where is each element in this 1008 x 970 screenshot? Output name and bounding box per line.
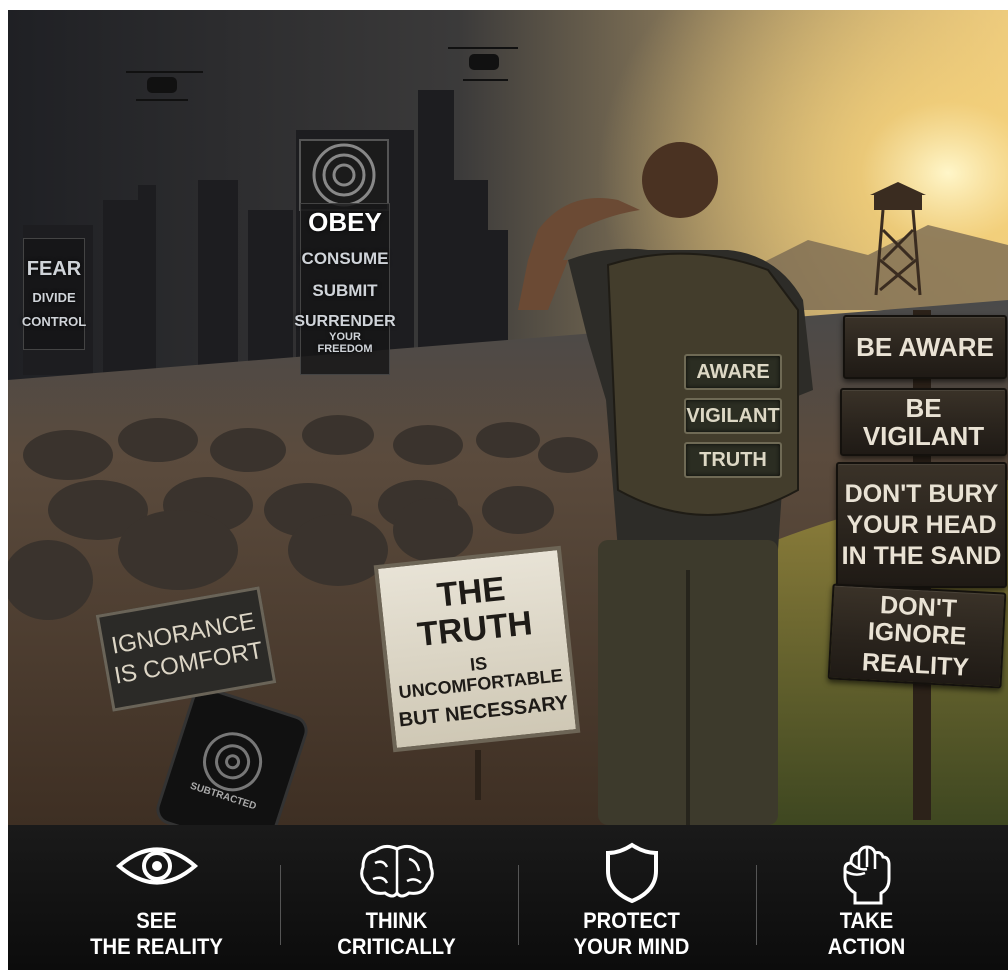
obey-billboard: OBEY CONSUME SUBMIT SURRENDER YOUR FREED… [294,203,396,375]
sign-dont-bury-line-1: DON'T BURY [844,479,999,508]
sign-dont-ignore-line-1: DON'T IGNORE [867,590,968,651]
shield-icon [605,842,658,904]
divide-text: DIVIDE [32,289,76,305]
tile-protect-label: PROTECT YOUR MIND [522,908,740,960]
tile-protect-line-1: PROTECT [583,908,680,933]
fear-sign: FEAR DIVIDE CONTROL [21,238,87,350]
tile-see-label: SEE THE REALITY [47,908,265,960]
patch-aware: AWARE [684,354,782,390]
sign-be-vigilant: BE VIGILANT [840,388,1007,456]
tile-think-line-2: CRITICALLY [337,934,456,959]
tile-protect-your-mind: PROTECT YOUR MIND [513,825,750,970]
tile-see-line-1: SEE [136,908,177,933]
tile-think-critically: THINK CRITICALLY [278,825,515,970]
tile-see-the-reality: SEE THE REALITY [38,825,275,970]
brain-icon [359,844,434,898]
tile-protect-line-2: YOUR MIND [573,934,690,959]
tile-take-action: TAKE ACTION [748,825,985,970]
tile-think-label: THINK CRITICALLY [287,908,505,960]
bottom-bar: SEE THE REALITY THINK CRITICALLY PROTECT… [8,825,1008,970]
eye-icon [115,847,198,885]
obey-text: OBEY [308,207,382,237]
scene: FEAR DIVIDE CONTROL OBEY CONSUME SUBMIT … [8,10,1008,825]
tile-take-line-2: ACTION [827,934,906,959]
consume-text: CONSUME [301,249,389,269]
tile-think-line-1: THINK [365,908,428,933]
truth-line-1: THE TRUTH [415,569,535,654]
surrender-text: SURRENDER [294,312,396,330]
sign-be-vigilant-text: BE VIGILANT [862,392,985,451]
submit-text: SUBMIT [312,281,378,301]
control-text: CONTROL [21,313,87,329]
poster: FEAR DIVIDE CONTROL OBEY CONSUME SUBMIT … [8,10,1008,970]
patch-truth: TRUTH [684,442,782,478]
tile-take-line-1: TAKE [839,908,894,933]
sign-dont-ignore: DON'T IGNORE REALITY [827,583,1007,689]
sign-be-aware: BE AWARE [843,315,1007,379]
sign-be-aware-text: BE AWARE [856,331,994,362]
your-freedom-text: YOUR FREEDOM [317,331,373,355]
raised-fist-icon [843,845,890,905]
sign-dont-bury-line-2: YOUR HEAD [846,510,997,539]
tile-see-line-2: THE REALITY [90,934,223,959]
fear-text: FEAR [26,258,82,281]
sign-dont-bury: DON'T BURY YOUR HEAD IN THE SAND [836,462,1007,588]
sign-dont-bury-line-3: IN THE SAND [841,541,1002,570]
truth-sign: THE TRUTH IS UNCOMFORTABLE BUT NECESSARY [373,545,581,753]
sign-dont-ignore-line-2: REALITY [861,647,970,682]
patch-vigilant: VIGILANT [684,398,782,434]
tile-take-label: TAKE ACTION [757,908,975,960]
